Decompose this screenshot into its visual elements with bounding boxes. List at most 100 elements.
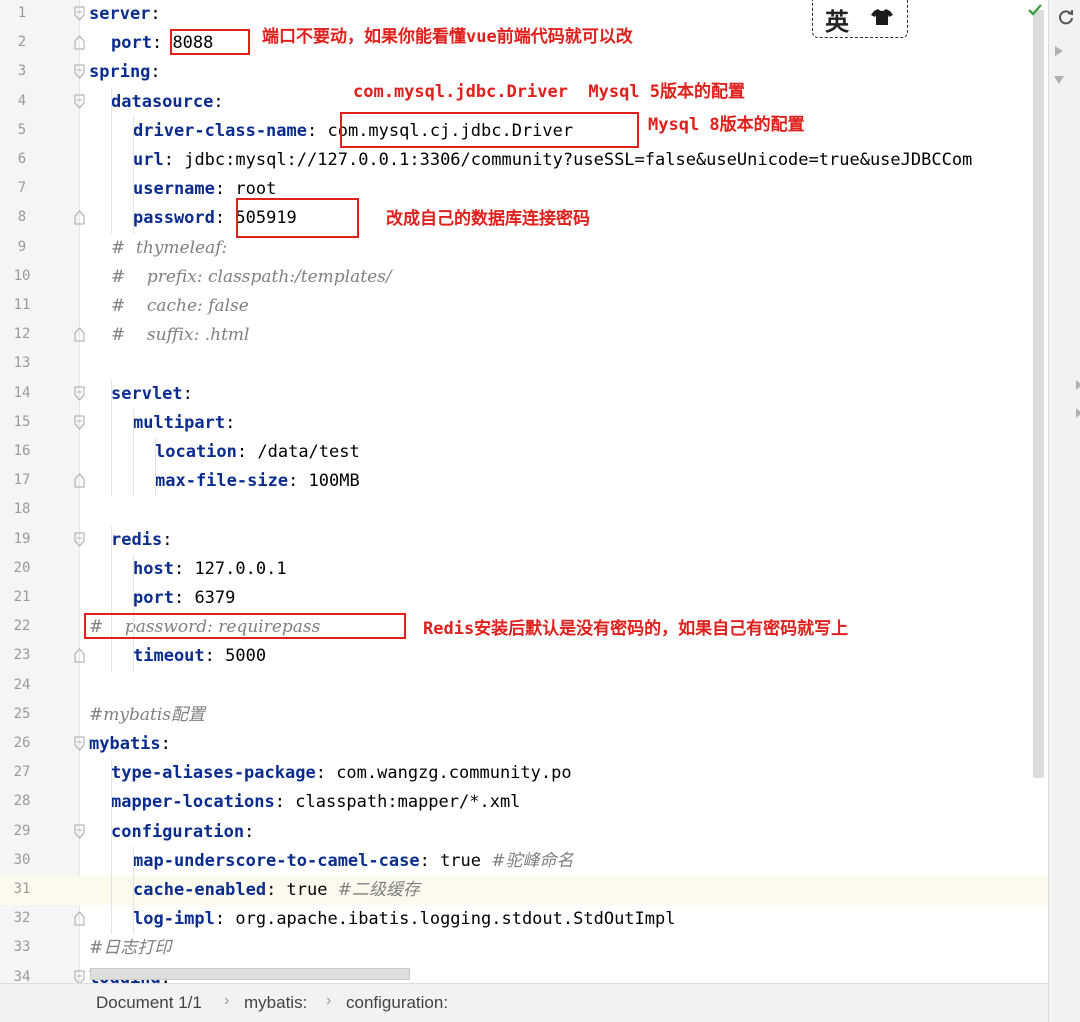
refresh-icon[interactable] (1057, 8, 1075, 30)
fold-end-icon[interactable] (74, 911, 85, 926)
fold-end-icon[interactable] (74, 473, 85, 488)
expand-arrow-icon[interactable] (1076, 380, 1080, 390)
redis-annotation: Redis安装后默认是没有密码的，如果自己有密码就写上 (423, 619, 849, 639)
code-line[interactable]: 17 max-file-size: 100MB (0, 467, 1048, 496)
code-text: log-impl: org.apache.ibatis.logging.stdo… (133, 908, 675, 930)
line-number: 15 (13, 413, 31, 430)
fold-open-icon[interactable] (74, 736, 85, 751)
yaml-key: map-underscore-to-camel-case (133, 850, 420, 871)
code-text: url: jdbc:mysql://127.0.0.1:3306/communi… (133, 149, 972, 171)
fold-end-icon[interactable] (74, 648, 85, 663)
yaml-separator: : (173, 588, 195, 608)
yaml-value: classpath:mapper/*.xml (295, 792, 521, 813)
yaml-key: redis (111, 529, 163, 550)
yaml-key: mybatis (89, 734, 161, 754)
collapse-arrow-icon[interactable] (1054, 76, 1064, 84)
yaml-value: true (440, 850, 492, 871)
line-number: 26 (13, 735, 31, 751)
code-line[interactable]: 6 url: jdbc:mysql://127.0.0.1:3306/commun… (0, 146, 1048, 175)
yaml-key: password (133, 208, 215, 229)
line-number: 4 (17, 92, 27, 109)
ime-badge[interactable]: 英 (812, 0, 908, 38)
code-line[interactable]: 7 username: root (0, 175, 1048, 204)
indent-guide (133, 408, 134, 497)
fold-end-icon[interactable] (74, 327, 85, 342)
code-text: # cache: false (111, 295, 249, 317)
code-line[interactable]: 13 (0, 350, 1048, 379)
yaml-separator: : (163, 150, 185, 170)
line-number: 29 (13, 822, 31, 839)
yaml-value: jdbc:mysql://127.0.0.1:3306/community?us… (184, 150, 973, 170)
code-line[interactable]: 14 servlet: (0, 380, 1048, 409)
code-line[interactable]: 27 type-aliases-package: com.wangzg.commu… (0, 759, 1048, 788)
yaml-separator: : (225, 412, 236, 433)
yaml-value: 5000 (225, 646, 267, 667)
yaml-key: location (155, 442, 237, 462)
redis-password-highlight-box (84, 613, 406, 639)
expand-arrow-icon[interactable] (1076, 408, 1080, 418)
yaml-value: 127.0.0.1 (194, 558, 287, 579)
code-line[interactable]: 12 # suffix: .html (0, 321, 1048, 350)
fold-open-icon[interactable] (74, 94, 85, 109)
code-line[interactable]: 15 multipart: (0, 409, 1048, 438)
yaml-separator: : (288, 471, 309, 492)
line-number: 31 (13, 881, 31, 897)
code-line[interactable]: 18 (0, 496, 1048, 525)
fold-open-icon[interactable] (74, 970, 85, 983)
vertical-scrollbar[interactable] (1033, 10, 1044, 778)
password-highlight-box (236, 198, 359, 238)
horizontal-scrollbar[interactable] (90, 968, 410, 980)
code-line[interactable]: 29 configuration: (0, 818, 1048, 847)
code-text: #mybatis配置 (89, 704, 205, 726)
code-line[interactable]: 23 timeout: 5000 (0, 642, 1048, 671)
fold-open-icon[interactable] (74, 64, 85, 80)
fold-open-icon[interactable] (74, 6, 85, 21)
fold-open-icon[interactable] (74, 532, 85, 547)
code-line[interactable]: 19 redis: (0, 526, 1048, 555)
fold-open-icon[interactable] (74, 386, 85, 401)
line-number: 30 (13, 851, 31, 868)
yaml-value: org.apache.ibatis.logging.stdout.StdOutI… (235, 909, 676, 930)
line-number: 2 (17, 34, 27, 51)
code-text: location: /data/test (155, 441, 360, 463)
code-line[interactable]: 25 #mybatis配置 (0, 701, 1048, 730)
indent-guide (111, 87, 112, 234)
line-number: 32 (13, 910, 31, 927)
line-number: 27 (13, 764, 31, 781)
code-line[interactable]: 31 cache-enabled: true #二级缓存 (0, 876, 1048, 906)
yaml-value: com.wangzg.community.po (336, 763, 572, 784)
inspection-check-icon[interactable] (1027, 2, 1043, 22)
yaml-key: servlet (111, 383, 183, 404)
line-number: 8 (17, 209, 27, 226)
code-text: spring: (89, 61, 161, 83)
fold-end-icon[interactable] (74, 210, 85, 225)
yaml-key: username (133, 179, 215, 200)
code-line[interactable]: 28 mapper-locations: classpath:mapper/*.x… (0, 788, 1048, 817)
code-line[interactable]: 20 host: 127.0.0.1 (0, 555, 1048, 584)
code-editor[interactable]: 1 server: 2 port: 8088 3 spring: 4 datasource: 5… (0, 0, 1048, 983)
yaml-key: timeout (133, 646, 205, 667)
code-line[interactable]: 10 # prefix: classpath:/templates/ (0, 263, 1048, 292)
code-line[interactable]: 32 log-impl: org.apache.ibatis.logging.st… (0, 905, 1048, 934)
fold-open-icon[interactable] (74, 824, 85, 839)
fold-open-icon[interactable] (74, 415, 85, 430)
code-line[interactable]: 9 # thymeleaf: (0, 234, 1048, 263)
yaml-comment: #日志打印 (89, 938, 172, 959)
breadcrumb-document[interactable]: Document 1/1 (96, 993, 202, 1013)
expand-arrow-icon[interactable] (1055, 46, 1063, 56)
code-line[interactable]: 30 map-underscore-to-camel-case: true #驼峰… (0, 847, 1048, 876)
fold-end-icon[interactable] (74, 35, 85, 50)
breadcrumb-mybatis[interactable]: mybatis: (244, 993, 307, 1013)
code-line[interactable]: 11 # cache: false (0, 292, 1048, 321)
yaml-comment: #二级缓存 (337, 880, 420, 900)
code-text: host: 127.0.0.1 (133, 558, 287, 580)
yaml-comment: # cache: false (111, 296, 249, 316)
code-line[interactable]: 33 #日志打印 (0, 934, 1048, 963)
breadcrumb-configuration[interactable]: configuration: (346, 993, 448, 1013)
line-number: 7 (17, 180, 27, 197)
code-line[interactable]: 16 location: /data/test (0, 438, 1048, 467)
code-line[interactable]: 21 port: 6379 (0, 584, 1048, 613)
code-line[interactable]: 26 mybatis: (0, 730, 1048, 759)
code-line[interactable]: 24 (0, 672, 1048, 701)
line-number: 3 (17, 63, 27, 80)
